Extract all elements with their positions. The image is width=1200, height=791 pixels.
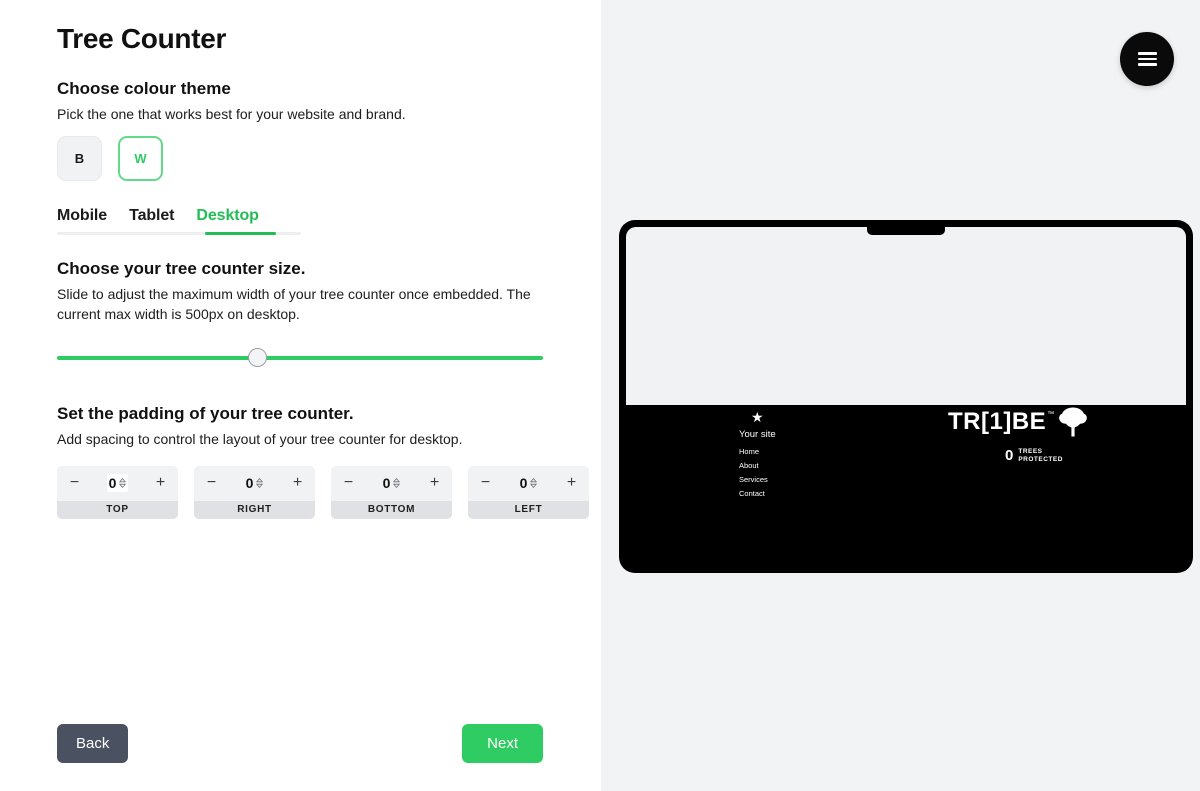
theme-section-description: Pick the one that works best for your we… [57, 105, 406, 122]
count-row: 0 TREES PROTECTED [1005, 448, 1063, 463]
laptop-mockup: ★ Your site Home About Services Contact … [619, 220, 1193, 573]
brand-wordmark: TR[1]BE [948, 408, 1047, 435]
size-section-description: Slide to adjust the maximum width of you… [57, 286, 531, 322]
padding-right-increment[interactable]: + [291, 475, 304, 491]
nav-link-contact[interactable]: Contact [739, 489, 776, 498]
tree-icon [1058, 405, 1088, 444]
padding-right-value-wrap[interactable]: 0 [246, 475, 264, 491]
padding-left-increment[interactable]: + [565, 475, 578, 491]
page-title: Tree Counter [57, 23, 227, 54]
preview-panel: ★ Your site Home About Services Contact … [601, 0, 1200, 791]
laptop-notch [867, 220, 945, 235]
theme-swatch-white[interactable]: W [118, 136, 163, 182]
theme-swatch-black[interactable]: B [57, 136, 102, 182]
brand-row: TR[1]BE ™ [948, 407, 1088, 444]
padding-left-label: LEFT [468, 500, 589, 519]
spinner-icon[interactable] [393, 478, 401, 489]
spinner-icon[interactable] [256, 478, 264, 489]
width-slider[interactable] [57, 348, 543, 368]
nav-link-home[interactable]: Home [739, 447, 776, 456]
preview-site-nav: ★ Your site Home About Services Contact [739, 410, 776, 503]
menu-bar-1 [1137, 52, 1157, 55]
tab-mobile[interactable]: Mobile [57, 207, 107, 235]
padding-section-description: Add spacing to control the layout of you… [57, 431, 463, 448]
menu-bar-2 [1137, 57, 1157, 61]
tab-tablet[interactable]: Tablet [129, 207, 174, 235]
theme-swatch-white-label: W [134, 151, 147, 167]
preview-site-name: Your site [739, 429, 776, 440]
padding-left-value: 0 [519, 475, 528, 492]
padding-right-label: RIGHT [194, 500, 315, 519]
padding-top-increment[interactable]: + [154, 475, 167, 491]
tree-count-label: TREES PROTECTED [1018, 448, 1063, 463]
padding-bottom-decrement[interactable]: − [342, 475, 355, 491]
padding-right-decrement[interactable]: − [205, 475, 218, 491]
device-tabs: Mobile Tablet Desktop [57, 207, 301, 236]
padding-stepper-right[interactable]: − 0 + RIGHT [194, 465, 315, 519]
padding-top-value: 0 [108, 475, 117, 492]
back-button[interactable]: Back [57, 724, 129, 763]
slider-thumb[interactable] [248, 348, 267, 368]
next-button[interactable]: Next [462, 724, 543, 763]
wizard-footer: Back Next [57, 724, 543, 763]
tree-count-label-line1: TREES [1018, 448, 1043, 456]
nav-link-services[interactable]: Services [739, 475, 776, 484]
tree-counter-configurator: Tree Counter Choose colour theme Pick th… [0, 0, 1200, 791]
size-section: Choose your tree counter size. Slide to … [57, 259, 601, 368]
padding-right-value: 0 [245, 475, 254, 492]
menu-bar-3 [1137, 63, 1157, 66]
tab-active-indicator [205, 232, 276, 236]
slider-track [57, 356, 543, 361]
padding-stepper-bottom[interactable]: − 0 + BOTTOM [331, 465, 452, 519]
tab-desktop[interactable]: Desktop [196, 207, 259, 235]
config-panel: Tree Counter Choose colour theme Pick th… [0, 0, 601, 791]
star-icon: ★ [751, 409, 764, 425]
size-section-heading: Choose your tree counter size. [57, 259, 306, 279]
padding-stepper-group: − 0 + TOP − 0 + RIGHT − 0 + BOTTOM − 0 +… [57, 465, 601, 519]
padding-bottom-increment[interactable]: + [428, 475, 441, 491]
tree-count-value: 0 [1005, 447, 1014, 464]
padding-stepper-left[interactable]: − 0 + LEFT [468, 465, 589, 519]
nav-link-about[interactable]: About [739, 461, 776, 470]
spinner-icon[interactable] [119, 478, 127, 489]
padding-top-value-wrap[interactable]: 0 [106, 474, 129, 493]
theme-swatch-group: B W [57, 136, 601, 182]
padding-section-heading: Set the padding of your tree counter. [57, 404, 354, 424]
padding-stepper-top[interactable]: − 0 + TOP [57, 465, 178, 519]
preview-site-links: Home About Services Contact [739, 447, 776, 498]
padding-bottom-value: 0 [382, 475, 391, 492]
tree-counter-widget: TR[1]BE ™ 0 TREES PROTECTED [948, 407, 1088, 463]
padding-bottom-label: BOTTOM [331, 500, 452, 519]
padding-left-value-wrap[interactable]: 0 [520, 475, 538, 491]
laptop-screen: ★ Your site Home About Services Contact … [626, 227, 1186, 566]
padding-section: Set the padding of your tree counter. Ad… [57, 404, 601, 519]
spinner-icon[interactable] [530, 478, 538, 489]
padding-bottom-value-wrap[interactable]: 0 [383, 475, 401, 491]
padding-top-label: TOP [57, 500, 178, 519]
theme-section-heading: Choose colour theme [57, 78, 231, 98]
padding-top-decrement[interactable]: − [68, 475, 81, 491]
preview-dark-area: ★ Your site Home About Services Contact … [626, 405, 1186, 566]
menu-icon[interactable] [1120, 32, 1174, 86]
theme-swatch-black-label: B [74, 151, 85, 167]
trademark-symbol: ™ [1047, 411, 1055, 418]
padding-left-decrement[interactable]: − [479, 475, 492, 491]
tree-count-label-line2: PROTECTED [1018, 455, 1063, 463]
preview-blank-area [626, 227, 1186, 405]
